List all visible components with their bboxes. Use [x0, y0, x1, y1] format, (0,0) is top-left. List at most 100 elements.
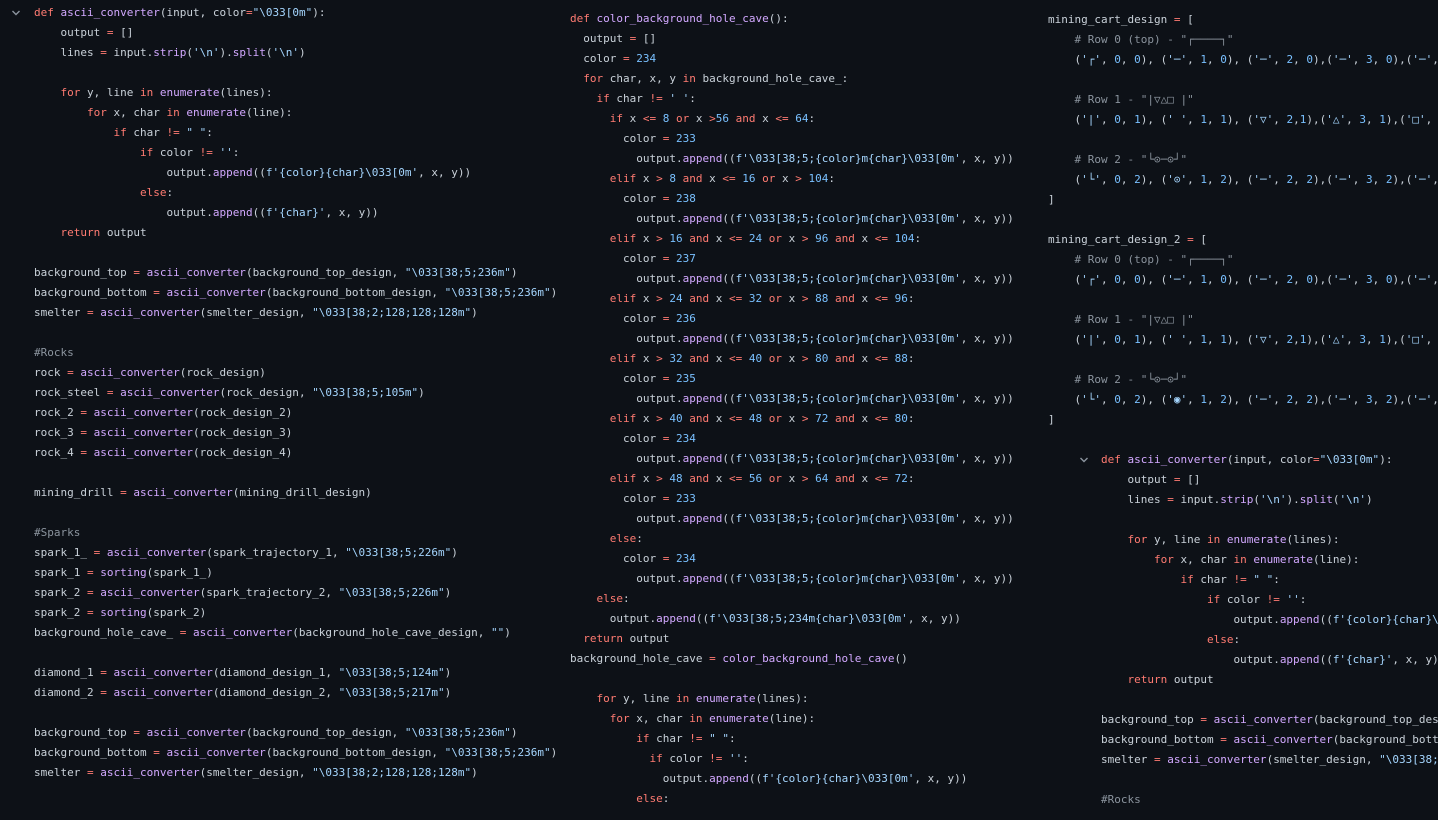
code-line[interactable]: spark_1 = sorting(spark_1_) — [34, 563, 557, 583]
code-line[interactable]: output.append((f'{color}{char}\033[0m', … — [570, 769, 1014, 789]
code-line[interactable]: spark_2 = ascii_converter(spark_trajecto… — [34, 583, 557, 603]
code-line[interactable]: smelter = ascii_converter(smelter_design… — [1048, 750, 1438, 770]
code-line[interactable]: for x, char in enumerate(line): — [570, 709, 1014, 729]
code-column-right[interactable]: mining_cart_design = [ # Row 0 (top) - "… — [1048, 10, 1438, 820]
code-line[interactable] — [34, 703, 557, 723]
code-line[interactable]: #Rocks — [34, 343, 557, 363]
code-line[interactable]: output = [] — [34, 23, 557, 43]
code-line[interactable]: output.append((f'{char}', x, y)) — [1048, 650, 1438, 670]
code-line[interactable] — [34, 63, 557, 83]
code-line[interactable]: output.append((f'\033[38;5;234m{char}\03… — [570, 609, 1014, 629]
code-line[interactable]: ('|', 0, 1), (' ', 1, 1), ('▽', 2,1),('△… — [1048, 330, 1438, 350]
code-line[interactable]: output.append((f'{color}{char}\033[0m', … — [34, 163, 557, 183]
code-line[interactable]: if char != " ": — [570, 729, 1014, 749]
code-line[interactable]: output = [] — [570, 29, 1014, 49]
code-line[interactable] — [570, 669, 1014, 689]
code-line[interactable]: if color != '': — [34, 143, 557, 163]
code-line[interactable]: smelter = ascii_converter(smelter_design… — [34, 303, 557, 323]
code-line[interactable]: output.append((f'\033[38;5;{color}m{char… — [570, 569, 1014, 589]
code-line[interactable]: color = 234 — [570, 49, 1014, 69]
code-line[interactable]: elif x > 8 and x <= 16 or x > 104: — [570, 169, 1014, 189]
code-line[interactable]: output.append((f'\033[38;5;{color}m{char… — [570, 449, 1014, 469]
code-line[interactable]: ] — [1048, 410, 1438, 430]
code-line[interactable]: # Row 1 - "|▽△□ |" — [1048, 310, 1438, 330]
code-line[interactable]: else: — [570, 789, 1014, 809]
code-line[interactable]: background_bottom = ascii_converter(back… — [34, 283, 557, 303]
code-line[interactable]: # Row 0 (top) - "┌────┐" — [1048, 250, 1438, 270]
code-line[interactable]: else: — [570, 529, 1014, 549]
code-line[interactable]: spark_1_ = ascii_converter(spark_traject… — [34, 543, 557, 563]
code-line[interactable]: # Row 0 (top) - "┌────┐" — [1048, 30, 1438, 50]
code-line[interactable]: ('┌', 0, 0), ('─', 1, 0), ('─', 2, 0),('… — [1048, 50, 1438, 70]
code-line[interactable]: #Rocks — [1048, 790, 1438, 810]
code-line[interactable]: for x, char in enumerate(line): — [1048, 550, 1438, 570]
code-line[interactable]: output.append((f'\033[38;5;{color}m{char… — [570, 329, 1014, 349]
code-line[interactable]: ('|', 0, 1), (' ', 1, 1), ('▽', 2,1),('△… — [1048, 110, 1438, 130]
code-line[interactable]: elif x > 24 and x <= 32 or x > 88 and x … — [570, 289, 1014, 309]
code-line[interactable] — [1048, 770, 1438, 790]
code-line[interactable]: rock_4 = ascii_converter(rock_design_4) — [34, 443, 557, 463]
code-line[interactable]: output.append((f'\033[38;5;{color}m{char… — [570, 209, 1014, 229]
code-line[interactable]: background_bottom = ascii_converter(back… — [34, 743, 557, 763]
code-line[interactable]: def color_background_hole_cave(): — [570, 9, 1014, 29]
code-line[interactable] — [34, 323, 557, 343]
code-line[interactable]: background_top = ascii_converter(backgro… — [34, 723, 557, 743]
code-line[interactable]: rock = ascii_converter(rock_design) — [34, 363, 557, 383]
code-line[interactable] — [1048, 290, 1438, 310]
code-line[interactable]: if char != " ": — [34, 123, 557, 143]
code-line[interactable] — [34, 463, 557, 483]
code-line[interactable]: if char != ' ': — [570, 89, 1014, 109]
code-line[interactable]: def ascii_converter(input, color="\033[0… — [34, 3, 557, 23]
code-line[interactable]: rock_2 = ascii_converter(rock_design_2) — [34, 403, 557, 423]
code-line[interactable]: color = 236 — [570, 309, 1014, 329]
code-line[interactable]: mining_drill = ascii_converter(mining_dr… — [34, 483, 557, 503]
code-line[interactable]: if color != '': — [570, 749, 1014, 769]
code-line[interactable]: elif x > 40 and x <= 48 or x > 72 and x … — [570, 409, 1014, 429]
code-line[interactable]: diamond_1 = ascii_converter(diamond_desi… — [34, 663, 557, 683]
code-line[interactable]: color = 233 — [570, 489, 1014, 509]
code-line[interactable]: else: — [1048, 630, 1438, 650]
code-line[interactable]: lines = input.strip('\n').split('\n') — [1048, 490, 1438, 510]
code-line[interactable]: ('└', 0, 2), ('◉', 1, 2), ('─', 2, 2),('… — [1048, 390, 1438, 410]
code-line[interactable]: elif x > 32 and x <= 40 or x > 80 and x … — [570, 349, 1014, 369]
code-line[interactable]: mining_cart_design_2 = [ — [1048, 230, 1438, 250]
code-line[interactable]: lines = input.strip('\n').split('\n') — [34, 43, 557, 63]
code-line[interactable]: ('┌', 0, 0), ('─', 1, 0), ('─', 2, 0),('… — [1048, 270, 1438, 290]
code-line[interactable]: for y, line in enumerate(lines): — [570, 689, 1014, 709]
code-line[interactable] — [34, 243, 557, 263]
code-line[interactable]: # Row 2 - "└⊙─⊙┘" — [1048, 370, 1438, 390]
code-line[interactable]: spark_2 = sorting(spark_2) — [34, 603, 557, 623]
code-line[interactable]: color = 233 — [570, 129, 1014, 149]
code-line[interactable]: mining_cart_design = [ — [1048, 10, 1438, 30]
code-line[interactable]: ('└', 0, 2), ('⊙', 1, 2), ('─', 2, 2),('… — [1048, 170, 1438, 190]
code-line[interactable]: output.append((f'\033[38;5;{color}m{char… — [570, 509, 1014, 529]
code-line[interactable]: else: — [570, 589, 1014, 609]
code-line[interactable]: for y, line in enumerate(lines): — [34, 83, 557, 103]
code-line[interactable]: if char != " ": — [1048, 570, 1438, 590]
code-line[interactable]: for char, x, y in background_hole_cave_: — [570, 69, 1014, 89]
code-line[interactable]: rock_steel = ascii_converter(rock_design… — [34, 383, 557, 403]
code-line[interactable]: rock_3 = ascii_converter(rock_design_3) — [34, 423, 557, 443]
code-line[interactable]: color = 238 — [570, 189, 1014, 209]
code-line[interactable]: elif x > 16 and x <= 24 or x > 96 and x … — [570, 229, 1014, 249]
code-line[interactable]: background_top = ascii_converter(backgro… — [1048, 710, 1438, 730]
code-line[interactable]: if color != '': — [1048, 590, 1438, 610]
code-line[interactable]: return output — [1048, 670, 1438, 690]
code-line[interactable]: smelter = ascii_converter(smelter_design… — [34, 763, 557, 783]
code-line[interactable]: else: — [34, 183, 557, 203]
code-line[interactable]: output.append((f'\033[38;5;{color}m{char… — [570, 269, 1014, 289]
code-column-middle[interactable]: def color_background_hole_cave(): output… — [570, 9, 1014, 809]
code-line[interactable]: #Sparks — [34, 523, 557, 543]
code-line[interactable] — [34, 643, 557, 663]
code-line[interactable]: # Row 2 - "└⊙─⊙┘" — [1048, 150, 1438, 170]
code-line[interactable]: diamond_2 = ascii_converter(diamond_desi… — [34, 683, 557, 703]
code-line[interactable]: def ascii_converter(input, color="\033[0… — [1048, 450, 1438, 470]
code-line[interactable]: elif x > 48 and x <= 56 or x > 64 and x … — [570, 469, 1014, 489]
code-line[interactable] — [1048, 350, 1438, 370]
code-line[interactable] — [34, 503, 557, 523]
code-line[interactable]: background_top = ascii_converter(backgro… — [34, 263, 557, 283]
code-line[interactable]: background_hole_cave_ = ascii_converter(… — [34, 623, 557, 643]
code-line[interactable]: background_hole_cave = color_background_… — [570, 649, 1014, 669]
code-line[interactable] — [1048, 690, 1438, 710]
code-line[interactable]: output.append((f'{char}', x, y)) — [34, 203, 557, 223]
